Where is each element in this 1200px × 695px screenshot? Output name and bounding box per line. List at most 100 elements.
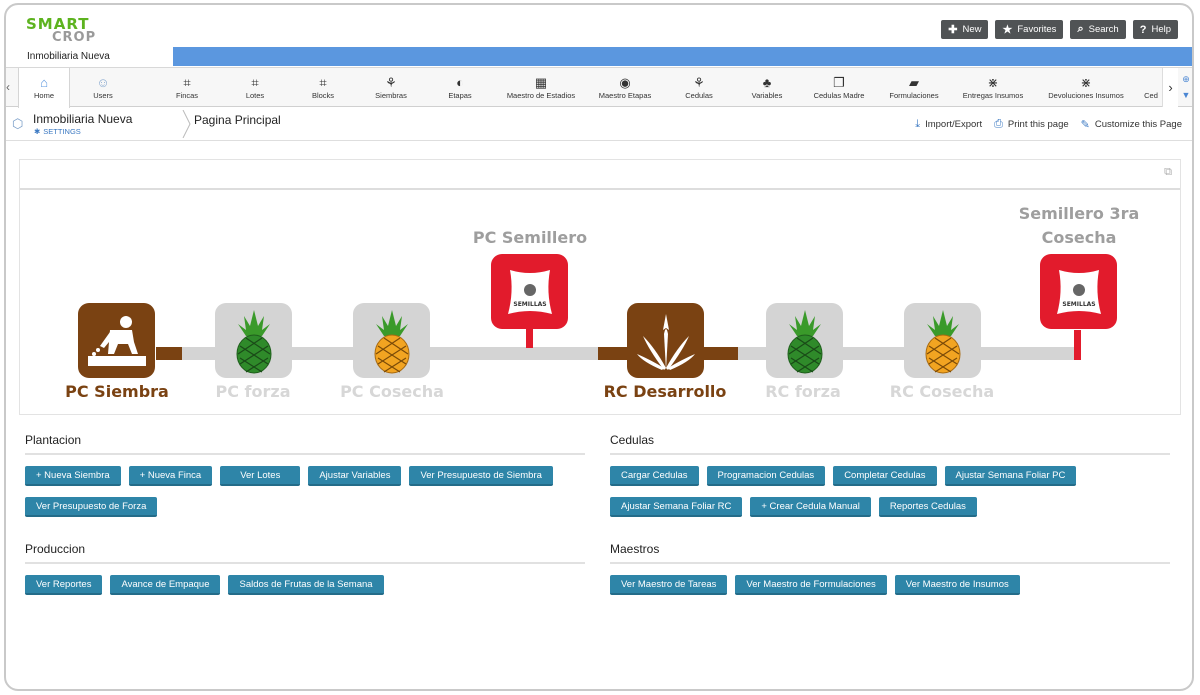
toolbar-scroll-right-icon[interactable]: ›: [1162, 68, 1178, 107]
toolbar-item-blocks[interactable]: ⌗ Blocks: [300, 68, 346, 107]
customize-label: Customize this Page: [1094, 119, 1182, 130]
header-accent-bar: [173, 47, 1192, 66]
laptop-icon: ▰: [909, 75, 919, 90]
toolbar-item-users[interactable]: ☺ Users: [80, 68, 126, 107]
toolbar-item-label: Ced: [1144, 91, 1158, 100]
toolbar-item-cedulas[interactable]: ⚘ Cedulas: [676, 68, 722, 107]
logo-text-crop: CROP: [52, 30, 97, 45]
toolbar-scroll-left-icon[interactable]: ‹: [6, 80, 10, 94]
stage-label-pc-forza: PC forza: [215, 382, 291, 401]
breadcrumb-separator-icon: [182, 110, 191, 138]
cargar-cedulas-button[interactable]: Cargar Cedulas: [610, 466, 699, 486]
toolbar-item-lotes[interactable]: ⌗ Lotes: [232, 68, 278, 107]
toolbar-item-label: Formulaciones: [889, 91, 939, 100]
toolbar-item-maestro-de-estadios[interactable]: ▦ Maestro de Estadios: [502, 68, 580, 107]
toolbar-item-entregas-insumos[interactable]: ⋇ Entregas Insumos: [960, 68, 1026, 107]
ver-reportes-button[interactable]: Ver Reportes: [25, 575, 103, 595]
reportes-cedulas-button[interactable]: Reportes Cedulas: [878, 497, 977, 517]
ver-maestro-formulaciones-button[interactable]: Ver Maestro de Formulaciones: [735, 575, 887, 595]
stage-label-rc-forza: RC forza: [765, 382, 841, 401]
seed-sack-icon: SEMILLAS: [1056, 269, 1101, 314]
print-label: Print this page: [1007, 119, 1069, 130]
toolbar-item-label: Fincas: [175, 91, 199, 100]
panel-divider: [20, 188, 1180, 190]
ajustar-semana-foliar-rc-button[interactable]: Ajustar Semana Foliar RC: [610, 497, 743, 517]
stage-pc-cosecha-tile[interactable]: [353, 303, 430, 378]
toolbar-item-home[interactable]: ⌂ Home: [18, 68, 70, 108]
ver-lotes-button[interactable]: Ver Lotes: [220, 466, 301, 486]
stage-label-rc-cosecha: RC Cosecha: [889, 382, 995, 401]
import-export-label: Import/Export: [925, 119, 983, 130]
stage-label-pc-cosecha: PC Cosecha: [340, 382, 444, 401]
customize-link[interactable]: ✎ Customize this Page: [1081, 118, 1182, 131]
toolbar-item-etapas[interactable]: ◐ Etapas: [437, 68, 483, 107]
programacion-cedulas-button[interactable]: Programacion Cedulas: [706, 466, 826, 486]
add-circle-icon[interactable]: ⊕: [1180, 71, 1192, 87]
caret-down-icon[interactable]: ▼: [1180, 87, 1192, 103]
stage-label-pc-semillero: PC Semillero: [472, 228, 588, 247]
flow-icon: ⋇: [1080, 75, 1092, 90]
toolbar-item-fincas[interactable]: ⌗ Fincas: [164, 68, 210, 107]
stage-pc-siembra-tile[interactable]: [78, 303, 155, 378]
breadcrumb-company[interactable]: Inmobiliaria Nueva: [33, 112, 132, 126]
import-icon: ⤓: [915, 118, 921, 130]
stage-pc-semillero-tile[interactable]: SEMILLAS: [491, 254, 568, 329]
toolbar-item-cedulas-madre[interactable]: ❐ Cedulas Madre: [810, 68, 868, 107]
flow-icon: ⋇: [987, 75, 999, 90]
toolbar-item-devoluciones-insumos[interactable]: ⋇ Devoluciones Insumos: [1046, 68, 1126, 107]
completar-cedulas-button[interactable]: Completar Cedulas: [833, 466, 937, 486]
import-export-link[interactable]: ⤓ Import/Export: [915, 118, 982, 131]
grid-icon: ⌗: [251, 75, 259, 90]
stage-label-rc-desarrollo: RC Desarrollo: [603, 382, 727, 401]
grid-icon: ⌗: [319, 75, 327, 90]
app-window: SMART CROP Inmobiliaria Nueva ✚ New ★ Fa…: [4, 3, 1194, 691]
toolbar-item-label: Cedulas Madre: [813, 91, 865, 100]
ajustar-variables-button[interactable]: Ajustar Variables: [308, 466, 402, 486]
smartcrop-logo[interactable]: SMART CROP: [26, 15, 136, 49]
toolbar-item-ced-truncated[interactable]: Ced: [1142, 68, 1160, 107]
favorites-button[interactable]: ★ Favorites: [995, 20, 1064, 39]
stage-rc-forza-tile[interactable]: [766, 303, 843, 378]
search-button[interactable]: ⌕ Search: [1070, 20, 1126, 39]
help-button[interactable]: ? Help: [1132, 20, 1178, 39]
page-title: Pagina Principal: [194, 113, 281, 127]
section-maestros: Maestros Ver Maestro de Tareas Ver Maest…: [610, 542, 1170, 595]
new-button[interactable]: ✚ New: [941, 20, 989, 39]
toolbar-item-maestro-etapas[interactable]: ◉ Maestro Etapas: [594, 68, 656, 107]
stage-semillero-3ra-cosecha-tile[interactable]: SEMILLAS: [1040, 254, 1117, 329]
avance-de-empaque-button[interactable]: Avance de Empaque: [110, 575, 221, 595]
cube-icon: ⬡: [12, 116, 24, 131]
stage-pc-forza-tile[interactable]: [215, 303, 292, 378]
stage-rc-desarrollo-tile[interactable]: [627, 303, 704, 378]
ver-presupuesto-forza-button[interactable]: Ver Presupuesto de Forza: [25, 497, 158, 517]
ver-maestro-insumos-button[interactable]: Ver Maestro de Insumos: [894, 575, 1020, 595]
nueva-siembra-button[interactable]: + Nueva Siembra: [25, 466, 121, 486]
stage-label-cosecha: Cosecha: [1041, 228, 1117, 247]
nueva-finca-button[interactable]: + Nueva Finca: [128, 466, 213, 486]
toolbar-item-siembras[interactable]: ⚘ Siembras: [366, 68, 416, 107]
crear-cedula-manual-button[interactable]: + Crear Cedula Manual: [750, 497, 871, 517]
ver-maestro-tareas-button[interactable]: Ver Maestro de Tareas: [610, 575, 728, 595]
page-actions: ⤓ Import/Export ⎙ Print this page ✎ Cust…: [915, 118, 1182, 131]
toolbar-item-label: Etapas: [448, 91, 472, 100]
toolbar-side-controls: ⊕ ▼: [1180, 71, 1192, 103]
new-button-label: New: [962, 24, 982, 35]
toolbar-item-formulaciones[interactable]: ▰ Formulaciones: [886, 68, 942, 107]
toolbar-item-variables[interactable]: ♣ Variables: [744, 68, 790, 107]
planting-icon: [87, 315, 146, 366]
settings-link[interactable]: ✱ SETTINGS: [34, 127, 81, 136]
grid-icon: ⌗: [183, 75, 191, 90]
stage-rc-cosecha-tile[interactable]: [904, 303, 981, 378]
ver-presupuesto-siembra-button[interactable]: Ver Presupuesto de Siembra: [409, 466, 553, 486]
pineapple-green-icon: [787, 309, 822, 373]
wrench-icon: ✎: [1080, 119, 1090, 131]
gear-icon: ✱: [34, 127, 41, 136]
saldos-frutas-semana-button[interactable]: Saldos de Frutas de la Semana: [228, 575, 384, 595]
toolbar-item-label: Entregas Insumos: [962, 91, 1024, 100]
ajustar-semana-foliar-pc-button[interactable]: Ajustar Semana Foliar PC: [944, 466, 1077, 486]
expand-icon[interactable]: ⧉: [1164, 166, 1172, 179]
sack-text: SEMILLAS: [1062, 301, 1095, 308]
plus-icon: ✚: [948, 24, 958, 36]
print-link[interactable]: ⎙ Print this page: [994, 118, 1069, 131]
favorites-button-label: Favorites: [1017, 24, 1057, 35]
